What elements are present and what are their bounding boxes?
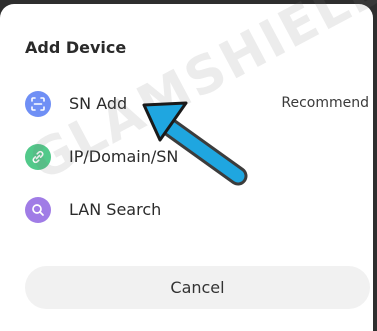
option-lan-search-label: LAN Search — [69, 200, 162, 219]
cancel-button[interactable]: Cancel — [25, 266, 370, 309]
option-lan-search[interactable]: LAN Search — [0, 190, 373, 230]
search-icon — [25, 197, 51, 223]
dialog-title: Add Device — [25, 38, 127, 57]
scan-icon — [25, 91, 51, 117]
recommend-badge: Recommend — [281, 95, 369, 111]
